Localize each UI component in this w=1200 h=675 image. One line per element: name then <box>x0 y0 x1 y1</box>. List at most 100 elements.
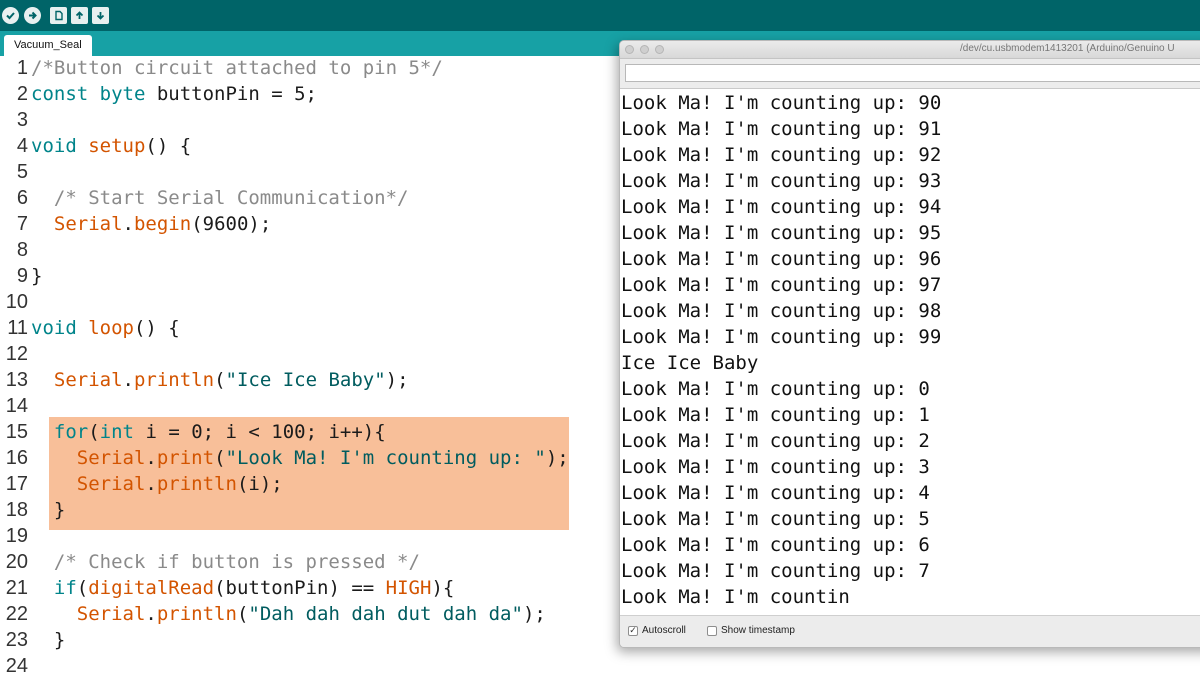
autoscroll-toggle[interactable]: ✓ Autoscroll <box>628 625 686 636</box>
serial-output-line: Look Ma! I'm counting up: 4 <box>621 482 930 504</box>
line-number: 5 <box>16 161 28 183</box>
code-line[interactable]: 3 <box>0 107 620 133</box>
line-number: 4 <box>16 135 28 157</box>
save-button[interactable] <box>92 7 109 24</box>
code-line[interactable]: 19 <box>0 523 620 549</box>
verify-icon <box>6 12 15 20</box>
code-line[interactable]: 7 Serial.begin(9600); <box>0 211 620 237</box>
serial-output-line: Ice Ice Baby <box>621 352 759 374</box>
code-token: int <box>99 421 134 443</box>
code-text: Serial.println("Ice Ice Baby"); <box>31 367 409 393</box>
autoscroll-checkbox[interactable]: ✓ <box>628 625 638 636</box>
code-token: ){ <box>431 577 455 599</box>
code-token: } <box>31 499 66 521</box>
code-editor[interactable]: 1/*Button circuit attached to pin 5*/2 co… <box>0 56 620 675</box>
code-token: println <box>133 369 215 391</box>
code-text: /*Button circuit attached to pin 5*/ <box>31 56 443 81</box>
code-line[interactable]: 11 void loop() { <box>0 315 620 341</box>
window-titlebar[interactable]: /dev/cu.usbmodem1413201 (Arduino/Genuino… <box>620 41 1200 59</box>
line-number: 11 <box>7 317 28 339</box>
serial-output-line: Look Ma! I'm counting up: 92 <box>621 144 942 166</box>
code-line[interactable]: 17 Serial.println(i); <box>0 471 620 497</box>
code-text: /* Check if button is pressed */ <box>31 549 420 575</box>
code-line[interactable]: 1/*Button circuit attached to pin 5*/ <box>0 56 620 81</box>
zoom-window-button[interactable] <box>655 45 664 54</box>
serial-output-line: Look Ma! I'm counting up: 90 <box>621 92 942 114</box>
code-text: void loop() { <box>31 315 180 341</box>
line-number: 2 <box>16 83 28 105</box>
code-line[interactable]: 23 } <box>0 627 620 653</box>
code-line[interactable]: 18 } <box>0 497 620 523</box>
code-token: "Dah dah dah dut dah da" <box>248 603 523 625</box>
code-token: println <box>156 603 237 625</box>
line-number: 24 <box>5 655 28 675</box>
code-line[interactable]: 10 <box>0 289 620 315</box>
serial-output-line: Look Ma! I'm counting up: 2 <box>621 430 930 452</box>
line-number: 12 <box>5 343 28 365</box>
code-token: (i); <box>236 473 283 495</box>
code-token: /* Start Serial Communication*/ <box>31 187 409 209</box>
code-line[interactable]: 15 for(int i = 0; i < 100; i++){ <box>0 419 620 445</box>
code-line[interactable]: 12 <box>0 341 620 367</box>
code-text: } <box>31 627 65 653</box>
serial-send-input[interactable] <box>625 64 1200 82</box>
code-line[interactable]: 14 <box>0 393 620 419</box>
line-number: 13 <box>5 369 28 391</box>
serial-output-line: Look Ma! I'm countin <box>621 586 850 608</box>
close-window-button[interactable] <box>625 45 634 54</box>
code-line[interactable]: 22 Serial.println("Dah dah dah dut dah d… <box>0 601 620 627</box>
code-token: Serial <box>76 603 146 625</box>
save-icon <box>96 12 105 20</box>
tab-vacuum-seal[interactable]: Vacuum_Seal <box>4 35 92 56</box>
code-token: begin <box>133 213 192 235</box>
code-token: i = 0; i < 100; i++){ <box>134 421 386 443</box>
code-token: /* Check if button is pressed */ <box>31 551 420 573</box>
line-number: 16 <box>5 447 28 469</box>
serial-output-line: Look Ma! I'm counting up: 6 <box>621 534 930 556</box>
line-number: 8 <box>16 239 28 261</box>
code-token: ( <box>214 447 226 469</box>
monitor-status-bar: ✓ Autoscroll Show timestamp <box>620 615 1200 647</box>
code-line[interactable]: 21 if(digitalRead(buttonPin) == HIGH){ <box>0 575 620 601</box>
code-token: . <box>145 473 157 495</box>
new-button[interactable] <box>50 7 67 24</box>
show-timestamp-checkbox[interactable] <box>707 625 717 636</box>
upload-button[interactable] <box>24 7 41 24</box>
open-button[interactable] <box>71 7 88 24</box>
show-timestamp-toggle[interactable]: Show timestamp <box>707 625 795 636</box>
code-token: "Ice Ice Baby" <box>225 369 386 391</box>
code-token: ( <box>214 369 226 391</box>
line-number: 15 <box>5 421 28 443</box>
line-number: 21 <box>5 577 28 599</box>
code-line[interactable]: 2 const byte buttonPin = 5; <box>0 81 620 107</box>
serial-output-line: Look Ma! I'm counting up: 99 <box>621 326 942 348</box>
verify-button[interactable] <box>2 7 19 24</box>
serial-output-line: Look Ma! I'm counting up: 7 <box>621 560 930 582</box>
code-line[interactable]: 5 <box>0 159 620 185</box>
code-line[interactable]: 9} <box>0 263 620 289</box>
code-line[interactable]: 24 <box>0 653 620 675</box>
code-token: "Look Ma! I'm counting up: " <box>225 447 546 469</box>
serial-monitor-window: /dev/cu.usbmodem1413201 (Arduino/Genuino… <box>619 40 1200 648</box>
code-line[interactable]: 4 void setup() { <box>0 133 620 159</box>
code-token: Serial <box>53 369 123 391</box>
code-line[interactable]: 20 /* Check if button is pressed */ <box>0 549 620 575</box>
code-line[interactable]: 16 Serial.print("Look Ma! I'm counting u… <box>0 445 620 471</box>
code-line[interactable]: 13 Serial.println("Ice Ice Baby"); <box>0 367 620 393</box>
serial-output-line: Look Ma! I'm counting up: 96 <box>621 248 942 270</box>
code-line[interactable]: 8 <box>0 237 620 263</box>
minimize-window-button[interactable] <box>640 45 649 54</box>
line-number: 3 <box>16 109 28 131</box>
code-token: . <box>122 213 134 235</box>
code-token: ( <box>236 603 249 625</box>
code-line[interactable]: 6 /* Start Serial Communication*/ <box>0 185 620 211</box>
serial-output: Look Ma! I'm counting up: 90 Look Ma! I'm… <box>620 88 1200 615</box>
code-token: const byte <box>31 83 157 105</box>
open-icon <box>75 11 84 19</box>
serial-output-line: Look Ma! I'm counting up: 91 <box>621 118 942 140</box>
code-text: void setup() { <box>31 133 191 159</box>
